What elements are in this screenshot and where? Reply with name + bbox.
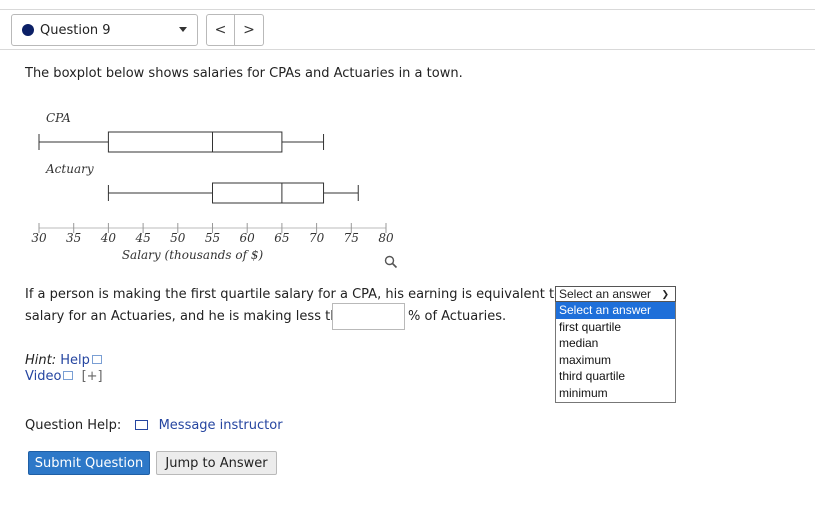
answer-dropdown[interactable]: Select an answer ❯ Select an answer firs…	[555, 286, 676, 403]
tick-label: 50	[170, 231, 186, 245]
option-first-quartile[interactable]: first quartile	[556, 319, 675, 336]
video-link[interactable]: Video	[25, 369, 61, 384]
tick-label: 80	[378, 231, 394, 245]
status-dot-icon	[22, 24, 34, 36]
question-help-label: Question Help:	[25, 418, 122, 433]
video-row: Video [+]	[25, 369, 103, 384]
question-prompt: The boxplot below shows salaries for CPA…	[25, 66, 463, 81]
option-maximum[interactable]: maximum	[556, 352, 675, 369]
external-link-icon	[63, 371, 74, 380]
mail-icon	[135, 420, 149, 430]
tick-label: 55	[205, 231, 220, 245]
question-help-row: Question Help: Message instructor	[25, 418, 283, 433]
series-label-cpa: CPA	[46, 111, 71, 125]
series-label-actuary: Actuary	[45, 162, 94, 176]
submit-question-button[interactable]: Submit Question	[28, 451, 150, 475]
tick-label: 65	[274, 231, 289, 245]
x-axis-label: Salary (thousands of $)	[122, 248, 264, 262]
question-line-1: If a person is making the first quartile…	[25, 287, 588, 302]
tick-label: 35	[66, 231, 81, 245]
tick-label: 30	[31, 231, 47, 245]
caret-down-icon	[179, 27, 187, 32]
chevron-down-icon: ❯	[661, 289, 669, 299]
option-select-an-answer[interactable]: Select an answer	[556, 302, 675, 319]
question-nav: < >	[206, 14, 264, 46]
boxplot-chart: CPA Actuary 30 35 40 45 50 55 60 65 70 75 80 Salary (…	[31, 111, 394, 262]
iqr-box	[212, 182, 325, 204]
option-median[interactable]: median	[556, 335, 675, 352]
next-question-button[interactable]: >	[235, 14, 264, 46]
answer-select[interactable]: Select an answer ❯	[555, 286, 676, 302]
top-divider	[0, 9, 815, 10]
option-third-quartile[interactable]: third quartile	[556, 368, 675, 385]
option-minimum[interactable]: minimum	[556, 385, 675, 402]
external-link-icon	[91, 355, 102, 364]
question-select[interactable]: Question 9	[11, 14, 198, 46]
question-line-2-suffix: % of Actuaries.	[408, 309, 507, 324]
hint-row: Hint: Help	[25, 353, 102, 368]
help-link[interactable]: Help	[60, 353, 90, 368]
percent-input[interactable]	[332, 303, 405, 330]
header-divider	[0, 49, 815, 50]
answer-options-list: Select an answer first quartile median m…	[555, 302, 676, 403]
message-instructor-link[interactable]: Message instructor	[159, 418, 283, 433]
question-line-2-prefix: salary for an Actuaries, and he is makin…	[25, 309, 355, 324]
prev-question-button[interactable]: <	[206, 14, 235, 46]
answer-select-value: Select an answer	[559, 287, 652, 301]
tick-label: 40	[100, 231, 117, 245]
tick-label: 45	[134, 231, 150, 245]
hint-label: Hint:	[25, 353, 57, 368]
tick-label: 75	[344, 231, 359, 245]
jump-to-answer-button[interactable]: Jump to Answer	[156, 451, 277, 475]
video-expand-toggle[interactable]: [+]	[82, 369, 103, 384]
tick-label: 70	[309, 231, 325, 245]
tick-label: 60	[240, 231, 256, 245]
question-select-label: Question 9	[40, 22, 111, 38]
iqr-box	[107, 131, 283, 153]
magnify-icon[interactable]	[384, 255, 398, 269]
